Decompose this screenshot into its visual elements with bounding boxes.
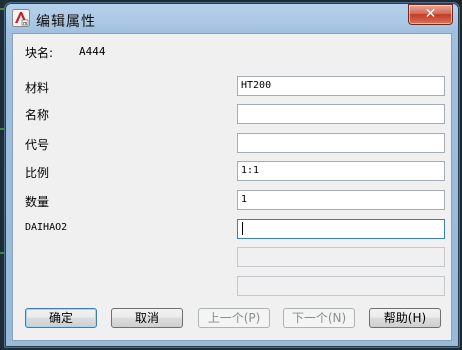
dialog-title: 编辑属性 [36, 14, 96, 30]
attr-input-quantity[interactable]: 1 [237, 190, 445, 210]
block-name-label: 块名: [25, 46, 54, 60]
close-button[interactable]: ✕ [408, 4, 453, 25]
svg-text:m: m [23, 21, 27, 26]
attr-input-material[interactable]: HT200 [237, 76, 445, 96]
attr-input-empty-2 [237, 276, 445, 296]
edit-attributes-dialog: m 编辑属性 ✕ 块名: A444 材料 HT200 名称 代号 比例 1:1 … [4, 2, 460, 348]
attr-label-material: 材料 [25, 81, 50, 95]
attr-input-daihao2[interactable] [237, 219, 445, 239]
autocad-app-icon: m [12, 9, 30, 27]
attr-label-scale: 比例 [25, 166, 50, 180]
attr-label-daihao2: DAIHAO2 [25, 222, 68, 233]
text-caret [242, 221, 243, 235]
attr-input-name[interactable] [237, 104, 445, 124]
attr-label-code: 代号 [25, 138, 50, 152]
attr-label-quantity: 数量 [25, 195, 50, 209]
previous-button[interactable]: 上一个(P) [198, 308, 270, 328]
block-name-value: A444 [79, 45, 106, 58]
dialog-body: 块名: A444 材料 HT200 名称 代号 比例 1:1 数量 1 DAIH… [12, 33, 452, 341]
title-bar[interactable]: m 编辑属性 ✕ [5, 3, 459, 33]
cancel-button[interactable]: 取消 [111, 308, 183, 328]
attr-input-code[interactable] [237, 133, 445, 153]
attr-input-empty-1 [237, 247, 445, 267]
next-button[interactable]: 下一个(N) [283, 308, 355, 328]
help-button[interactable]: 帮助(H) [369, 308, 441, 328]
attr-input-scale[interactable]: 1:1 [237, 161, 445, 181]
close-icon: ✕ [424, 6, 437, 22]
ok-button[interactable]: 确定 [25, 308, 97, 328]
attr-label-name: 名称 [25, 108, 50, 122]
